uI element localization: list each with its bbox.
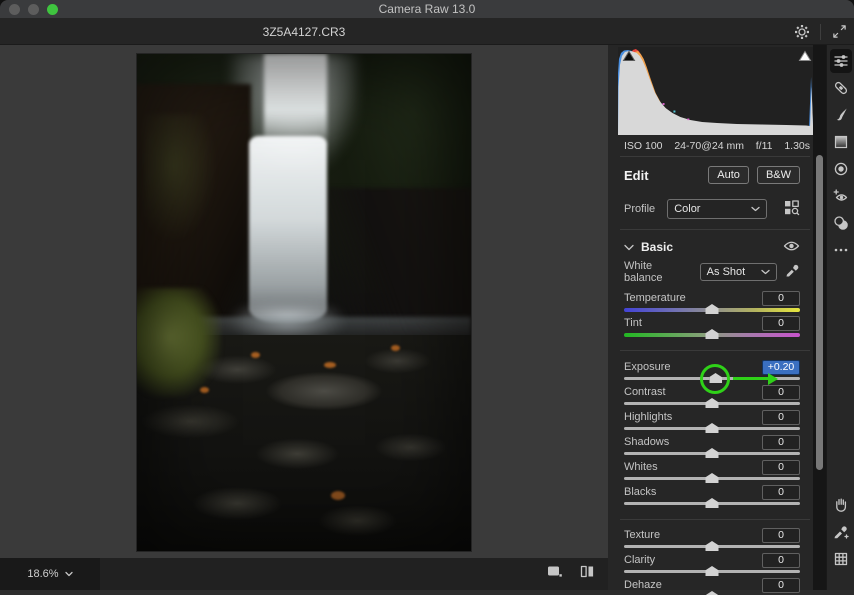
highlights-label: Highlights	[624, 411, 672, 423]
histogram-plot	[618, 47, 816, 135]
camera-raw-window: Camera Raw 13.0 3Z5A4127.CR3	[0, 0, 854, 595]
window-title: Camera Raw 13.0	[0, 2, 854, 16]
profile-value: Color	[674, 203, 700, 215]
blacks-label: Blacks	[624, 486, 656, 498]
highlights-slider-row: Highlights 0	[624, 409, 800, 434]
tutorial-arrow-head	[768, 373, 778, 385]
image-canvas	[0, 45, 608, 558]
highlight-clipping-triangle-icon[interactable]	[798, 50, 812, 62]
clarity-value-field[interactable]: 0	[762, 553, 800, 568]
edit-panel: ISO 100 24-70@24 mm f/11 1.30s Edit Auto…	[608, 45, 826, 590]
contrast-value-field[interactable]: 0	[762, 385, 800, 400]
lens-value: 24-70@24 mm	[674, 140, 744, 152]
filename-bar: 3Z5A4127.CR3	[0, 18, 854, 45]
more-tools-ellipsis[interactable]	[830, 242, 852, 258]
sampler-eyedropper-tool[interactable]	[830, 524, 852, 540]
temperature-value-field[interactable]: 0	[762, 291, 800, 306]
radial-filter-tool[interactable]	[830, 161, 852, 177]
auto-button[interactable]: Auto	[708, 166, 749, 184]
tutorial-highlight-circle	[700, 364, 730, 394]
edit-panel-title: Edit	[624, 168, 700, 183]
white-balance-label: White balance	[624, 260, 684, 284]
graduated-filter-tool[interactable]	[830, 134, 852, 150]
tutorial-arrow-line	[733, 377, 769, 381]
hand-tool[interactable]	[830, 497, 852, 513]
whites-label: Whites	[624, 461, 658, 473]
white-balance-dropdown[interactable]: As Shot	[700, 263, 777, 281]
tool-strip	[826, 45, 854, 590]
texture-label: Texture	[624, 529, 660, 541]
chevron-down-icon	[751, 206, 760, 212]
exposure-slider-row: Exposure +0.20	[624, 359, 800, 384]
dehaze-label: Dehaze	[624, 579, 662, 591]
dehaze-value-field[interactable]: 0	[762, 578, 800, 593]
aperture-value: f/11	[756, 140, 773, 152]
shutter-value: 1.30s	[784, 140, 810, 152]
tint-value-field[interactable]: 0	[762, 316, 800, 331]
filename-label: 3Z5A4127.CR3	[0, 18, 608, 45]
blacks-slider-row: Blacks 0	[624, 484, 800, 509]
whites-slider-row: Whites 0	[624, 459, 800, 484]
clarity-label: Clarity	[624, 554, 655, 566]
divider	[620, 350, 810, 351]
divider	[620, 519, 810, 520]
healing-brush-tool[interactable]	[830, 80, 852, 96]
zoom-level-control[interactable]: 18.6%	[0, 558, 100, 590]
tint-label: Tint	[624, 317, 642, 329]
whites-value-field[interactable]: 0	[762, 460, 800, 475]
dehaze-slider-row: Dehaze 0	[624, 577, 800, 595]
divider	[620, 156, 810, 157]
exif-info-row: ISO 100 24-70@24 mm f/11 1.30s	[624, 140, 810, 152]
divider	[620, 229, 810, 230]
profile-dropdown[interactable]: Color	[667, 199, 767, 219]
highlights-value-field[interactable]: 0	[762, 410, 800, 425]
clarity-slider-row: Clarity 0	[624, 552, 800, 577]
texture-value-field[interactable]: 0	[762, 528, 800, 543]
chevron-down-icon	[65, 571, 73, 577]
presets-tool[interactable]	[830, 215, 852, 231]
texture-slider-row: Texture 0	[624, 527, 800, 552]
chevron-down-icon	[761, 269, 770, 275]
edit-tool-selected[interactable]	[830, 49, 852, 73]
blacks-value-field[interactable]: 0	[762, 485, 800, 500]
titlebar: Camera Raw 13.0	[0, 0, 854, 18]
photo-preview[interactable]	[137, 54, 471, 551]
brush-tool[interactable]	[830, 107, 852, 123]
shadow-clipping-triangle-icon[interactable]	[622, 50, 636, 62]
shadows-label: Shadows	[624, 436, 669, 448]
expand-fullscreen-icon[interactable]	[828, 21, 850, 43]
contrast-label: Contrast	[624, 386, 666, 398]
single-view-icon[interactable]	[546, 564, 563, 584]
panel-scrollbar-track[interactable]	[813, 45, 826, 590]
basic-section-title[interactable]: Basic	[641, 240, 776, 254]
grid-overlay-tool[interactable]	[830, 551, 852, 567]
settings-gear-icon[interactable]	[791, 21, 813, 43]
temperature-slider-row: Temperature 0	[624, 290, 800, 315]
shadows-value-field[interactable]: 0	[762, 435, 800, 450]
red-eye-tool[interactable]	[830, 188, 852, 204]
temperature-label: Temperature	[624, 292, 686, 304]
shadows-slider-row: Shadows 0	[624, 434, 800, 459]
before-after-split-icon[interactable]	[579, 564, 596, 584]
histogram[interactable]	[618, 47, 816, 135]
section-chevron-down-icon[interactable]	[624, 244, 634, 251]
white-balance-eyedropper-icon[interactable]	[785, 263, 800, 281]
profile-label: Profile	[624, 203, 655, 215]
topbar-divider	[820, 24, 821, 40]
basic-visibility-eye-icon[interactable]	[783, 240, 800, 255]
bw-button[interactable]: B&W	[757, 166, 800, 184]
exposure-label: Exposure	[624, 361, 670, 373]
white-balance-value: As Shot	[707, 266, 746, 278]
panel-scrollbar-thumb[interactable]	[816, 155, 823, 470]
zoom-level-value: 18.6%	[27, 568, 58, 580]
browse-profiles-icon[interactable]	[783, 199, 800, 219]
iso-value: ISO 100	[624, 140, 663, 152]
tint-slider-row: Tint 0	[624, 315, 800, 340]
photo-vignette	[137, 54, 471, 551]
status-bar: 18.6%	[0, 558, 608, 590]
